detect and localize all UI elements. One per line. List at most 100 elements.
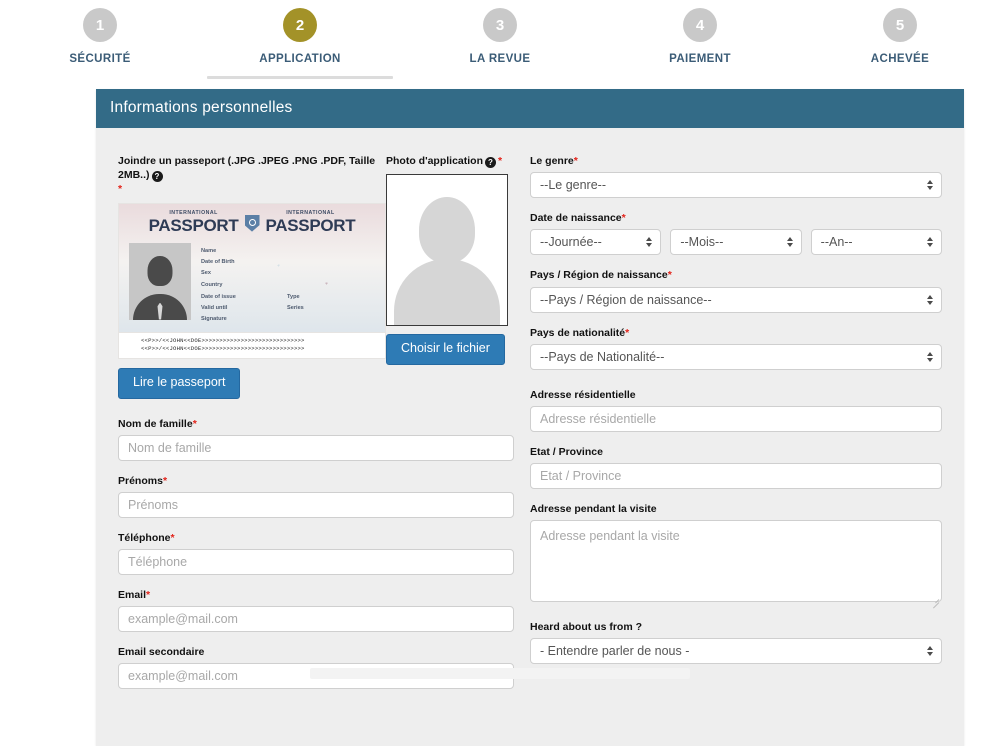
nationalite-selected-value: --Pays de Nationalité--	[540, 349, 665, 364]
step-number-2: 2	[283, 8, 317, 42]
field-prenoms: Prénoms*	[118, 474, 514, 518]
heard-about-us-selected-value: - Entendre parler de nous -	[540, 644, 690, 659]
passport-field-labels-primary: Name Date of Birth Sex Country	[201, 246, 235, 292]
required-asterisk: *	[146, 589, 151, 602]
passport-subtitle-right: INTERNATIONAL	[286, 209, 335, 216]
le-genre-select[interactable]: --Le genre--	[530, 172, 942, 199]
passport-field-labels-secondary: Date of issue Valid until Signature	[201, 292, 236, 326]
dob-year-select[interactable]: --An--	[810, 229, 942, 256]
required-asterisk: *	[170, 531, 175, 544]
field-adresse-pendant-la-visite: Adresse pendant la visite	[530, 502, 942, 609]
placeholder-shoulders	[394, 259, 500, 326]
prenoms-input[interactable]	[118, 491, 514, 518]
step-number-5: 5	[883, 8, 917, 42]
mrz-line-1: <<P>>/<<JOHN<<DOE>>>>>>>>>>>>>>>>>>>>>>>…	[141, 336, 305, 344]
nom-de-famille-input[interactable]	[118, 434, 514, 461]
step-underline-2	[207, 76, 393, 79]
dob-day-select[interactable]: --Journée--	[530, 229, 662, 256]
chevron-updown-icon	[786, 237, 793, 248]
question-mark-circle-icon[interactable]: ?	[485, 157, 496, 168]
step-securite[interactable]: 1 SÉCURITÉ	[0, 8, 200, 79]
label-nom-de-famille: Nom de famille*	[118, 417, 514, 431]
step-application[interactable]: 2 APPLICATION	[200, 8, 400, 79]
step-underline-3	[407, 76, 593, 79]
panel-body: Joindre un passeport (.JPG .JPEG .PNG .P…	[96, 128, 964, 746]
adresse-residentielle-input[interactable]	[530, 405, 942, 432]
photo-upload-label: Photo d'application? *	[386, 154, 514, 168]
required-asterisk: *	[192, 417, 197, 430]
passport-field-name: Name	[201, 247, 217, 254]
field-date-de-naissance: Date de naissance* --Journée-- --Mois-- …	[530, 211, 942, 256]
passport-field-valid: Valid until	[201, 304, 228, 311]
required-asterisk: *	[667, 269, 672, 282]
passport-field-series: Series	[287, 304, 304, 311]
label-adresse-pendant-la-visite: Adresse pendant la visite	[530, 503, 657, 516]
passport-specimen-image: INTERNATIONAL PASSPORT INTERNATIONAL PAS…	[118, 202, 386, 333]
step-paiement[interactable]: 4 PAIEMENT	[600, 8, 800, 79]
pays-region-de-naissance-select[interactable]: --Pays / Région de naissance--	[530, 286, 942, 313]
etat-province-input[interactable]	[530, 463, 942, 490]
label-pays-region-de-naissance: Pays / Région de naissance*	[530, 268, 942, 282]
chevron-updown-icon	[926, 237, 933, 248]
visit-address-wrapper	[530, 520, 942, 609]
passport-word-left: PASSPORT	[148, 215, 239, 235]
passport-field-type: Type	[287, 293, 300, 300]
passport-field-sex: Sex	[201, 270, 211, 277]
upload-row: Joindre un passeport (.JPG .JPEG .PNG .P…	[118, 154, 514, 399]
passport-field-country: Country	[201, 281, 223, 288]
passport-required-asterisk: *	[118, 183, 123, 196]
label-email: Email*	[118, 588, 514, 602]
field-etat-province: Etat / Province	[530, 445, 942, 490]
label-nationalite-text: Pays de nationalité	[530, 326, 626, 339]
step-number-4: 4	[683, 8, 717, 42]
dob-day-value: --Journée--	[540, 235, 602, 250]
adresse-pendant-la-visite-textarea[interactable]	[530, 520, 942, 603]
date-of-birth-row: --Journée-- --Mois-- --An--	[530, 229, 942, 256]
required-asterisk: *	[621, 212, 626, 225]
progress-stepper: 1 SÉCURITÉ 2 APPLICATION 3 LA REVUE 4 PA…	[0, 0, 1000, 79]
pays-de-nationalite-select[interactable]: --Pays de Nationalité--	[530, 343, 942, 370]
le-genre-selected-value: --Le genre--	[540, 178, 606, 193]
step-la-revue[interactable]: 3 LA REVUE	[400, 8, 600, 79]
passport-field-labels-tertiary: Type Series	[287, 292, 304, 315]
photo-required-asterisk: *	[498, 155, 503, 167]
read-passport-button[interactable]: Lire le passeport	[118, 367, 241, 399]
dob-month-value: --Mois--	[680, 235, 724, 250]
label-pays-naissance-text: Pays / Région de naissance	[530, 269, 668, 282]
photo-upload-label-text: Photo d'application	[386, 155, 483, 167]
left-column: Joindre un passeport (.JPG .JPEG .PNG .P…	[118, 154, 530, 702]
label-email-secondaire: Email secondaire	[118, 646, 205, 659]
email-input[interactable]	[118, 606, 514, 633]
step-number-1: 1	[83, 8, 117, 42]
choose-file-button[interactable]: Choisir le fichier	[386, 334, 505, 365]
personal-information-panel: Informations personnelles Joindre un pas…	[96, 89, 964, 746]
label-dob-text: Date de naissance	[530, 212, 622, 225]
label-date-de-naissance: Date de naissance*	[530, 211, 942, 225]
question-mark-circle-icon[interactable]: ?	[151, 171, 163, 183]
footer-strip	[310, 668, 690, 679]
field-nom-de-famille: Nom de famille*	[118, 417, 514, 461]
portrait-head	[147, 255, 173, 286]
passport-word-right: PASSPORT	[265, 215, 356, 235]
step-underline-5	[807, 76, 993, 79]
chevron-updown-icon	[927, 180, 933, 191]
passport-heading: INTERNATIONAL PASSPORT INTERNATIONAL PAS…	[119, 209, 385, 235]
step-label-securite: SÉCURITÉ	[69, 53, 131, 65]
passport-field-dob: Date of Birth	[201, 258, 235, 265]
dob-year-value: --An--	[820, 235, 853, 250]
application-photo-placeholder	[386, 174, 508, 327]
heard-about-us-select[interactable]: - Entendre parler de nous -	[530, 638, 942, 665]
dob-month-select[interactable]: --Mois--	[670, 229, 802, 256]
chevron-updown-icon	[927, 646, 933, 657]
field-pays-de-nationalite: Pays de nationalité* --Pays de Nationali…	[530, 326, 942, 370]
chevron-updown-icon	[927, 294, 933, 305]
mrz-line-2: <<P>>/<<JOHN<<DOE>>>>>>>>>>>>>>>>>>>>>>>…	[141, 345, 305, 353]
step-label-achevee: ACHEVÉE	[870, 53, 930, 65]
label-genre-text: Le genre	[530, 155, 574, 167]
step-label-application: APPLICATION	[259, 53, 341, 65]
telephone-input[interactable]	[118, 549, 514, 576]
field-heard-about-us: Heard about us from ? - Entendre parler …	[530, 620, 942, 665]
label-telephone: Téléphone*	[118, 531, 514, 545]
step-achevee[interactable]: 5 ACHEVÉE	[800, 8, 1000, 79]
step-underline-4	[607, 76, 793, 79]
